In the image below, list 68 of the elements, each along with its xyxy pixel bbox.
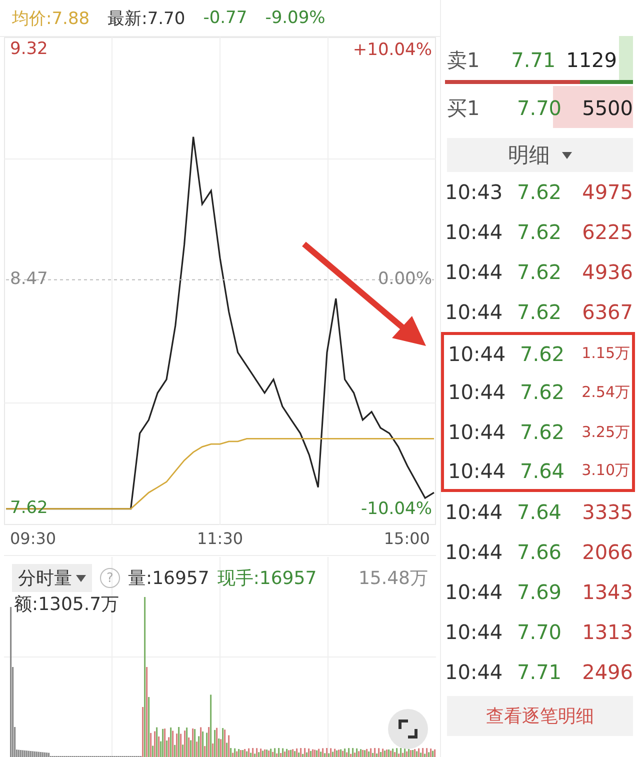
trade-time: 10:44 — [444, 540, 504, 564]
price-change: -0.77 — [203, 8, 248, 28]
trade-volume: 2066 — [581, 540, 634, 564]
trade-time: 10:44 — [444, 300, 504, 324]
trade-volume: 1313 — [581, 620, 634, 644]
trade-price: 7.62 — [520, 380, 566, 404]
trade-volume: 2496 — [581, 660, 634, 684]
order-level-label: 买1 — [446, 94, 481, 122]
view-details-button[interactable]: 查看逐笔明细 — [447, 696, 633, 736]
trade-volume: 3335 — [581, 500, 634, 524]
price-axis-label: 9.32 — [10, 39, 48, 60]
trade-price: 7.69 — [517, 580, 563, 604]
trade-volume: 1343 — [581, 580, 634, 604]
trade-price: 7.71 — [517, 660, 563, 684]
trade-time: 10:44 — [447, 458, 507, 482]
trade-volume: 4936 — [581, 260, 634, 284]
order-volume: 5500 — [581, 96, 633, 120]
caret-icon — [76, 574, 86, 582]
order-volume: 1129 — [566, 48, 617, 72]
trade-time: 10:44 — [447, 380, 507, 404]
trade-volume: 2.54万 — [580, 382, 631, 402]
trade-time: 10:44 — [444, 580, 504, 604]
trade-volume: 3.25万 — [580, 422, 631, 442]
trade-volume: 4975 — [581, 180, 634, 204]
trade-volume: 6367 — [581, 300, 634, 324]
percent-axis-label: 0.00% — [378, 269, 432, 289]
trade-price: 7.62 — [520, 342, 566, 366]
indicator-dropdown[interactable]: 分时量 — [12, 564, 92, 592]
trade-price: 7.62 — [517, 260, 563, 284]
trade-time: 10:44 — [447, 420, 507, 444]
latest-price: 最新:7.70 — [108, 8, 186, 30]
trade-price: 7.62 — [517, 180, 563, 204]
trade-volume: 6225 — [581, 220, 634, 244]
trade-time: 10:44 — [444, 220, 504, 244]
caret-icon — [562, 152, 572, 158]
time-axis-label: 15:00 — [384, 529, 430, 550]
trade-price: 7.62 — [517, 220, 563, 244]
trade-time: 10:44 — [444, 620, 504, 644]
trade-price: 7.70 — [517, 620, 563, 644]
trade-price: 7.64 — [520, 458, 566, 482]
percent-axis-label: -10.04% — [361, 499, 432, 519]
trade-time: 10:44 — [444, 660, 504, 684]
percent-axis-label: +10.04% — [352, 40, 432, 60]
order-price: 7.70 — [517, 96, 563, 120]
order-level-label: 卖1 — [446, 46, 481, 74]
trade-price: 7.62 — [517, 300, 563, 324]
trade-price: 7.62 — [520, 420, 566, 444]
trade-time: 10:43 — [444, 180, 504, 204]
price-axis-label: 8.47 — [10, 268, 48, 289]
trade-time: 10:44 — [447, 342, 507, 366]
fullscreen-icon[interactable] — [388, 709, 428, 749]
percent-change: -9.09% — [265, 8, 326, 28]
detail-tab[interactable]: 明细 — [447, 138, 633, 172]
order-price: 7.71 — [511, 48, 557, 72]
trade-price: 7.64 — [517, 500, 563, 524]
time-axis-label: 09:30 — [10, 529, 56, 550]
current-hand-value: 现手:16957 — [217, 567, 317, 590]
trade-volume: 1.15万 — [580, 344, 631, 363]
volume-value: 量:16957 — [128, 567, 210, 590]
trade-price: 7.66 — [517, 540, 563, 564]
max-volume-label: 15.48万 — [358, 567, 428, 590]
depth-bar — [619, 36, 633, 80]
trade-time: 10:44 — [444, 260, 504, 284]
amount-value: 额:1305.7万 — [13, 593, 120, 616]
trade-volume: 3.10万 — [580, 461, 631, 480]
trade-time: 10:44 — [444, 500, 504, 524]
time-axis-label: 11:30 — [196, 529, 244, 550]
average-price: 均价:7.88 — [12, 8, 90, 30]
